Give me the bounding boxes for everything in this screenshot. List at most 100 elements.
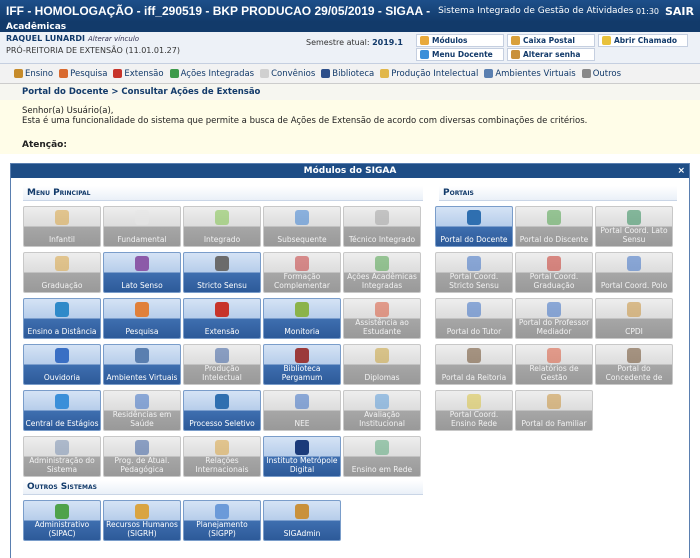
module-tile-portal-da-reitoria: Portal da Reitoria [435, 344, 513, 385]
module-tile-ouvidoria[interactable]: Ouvidoria [23, 344, 101, 385]
menu-item-acoes-integradas[interactable]: Ações Integradas [169, 69, 254, 79]
app-title: IFF - HOMOLOGAÇÃO - iff_290519 - BKP PRO… [6, 4, 431, 18]
module-tile-planejamento-sigpp[interactable]: Planejamento (SIGPP) [183, 500, 261, 541]
user-link-caixa-postal[interactable]: Caixa Postal [507, 34, 595, 47]
module-tile-ensino-a-distancia[interactable]: Ensino a Distância [23, 298, 101, 339]
menu-item-ambientes-virtuais[interactable]: Ambientes Virtuais [484, 69, 576, 79]
fundamental-icon [135, 210, 149, 225]
module-tile-label: Planejamento (SIGPP) [196, 520, 248, 538]
module-tile-label: Assistência ao Estudante [355, 318, 409, 336]
menu-item-extensao[interactable]: Extensão [113, 69, 164, 79]
module-tile-instituto-metropole-digital[interactable]: Instituto Metrópole Digital [263, 436, 341, 477]
system-name: Sistema Integrado de Gestão de Atividade… [438, 6, 636, 16]
page-content: Senhor(a) Usuário(a), Esta é uma funcion… [0, 100, 700, 136]
biblioteca-icon [321, 69, 331, 78]
module-tile-administrativo-sipac[interactable]: Administrativo (SIPAC) [23, 500, 101, 541]
portal-coord-polo-icon [627, 256, 641, 271]
module-tile-label: Portal Coord. Stricto Sensu [449, 272, 499, 290]
module-tile-label: Subsequente [277, 234, 327, 244]
other-systems-title: Outros Sistemas [23, 480, 423, 495]
module-tile-pesquisa[interactable]: Pesquisa [103, 298, 181, 339]
module-tile-stricto-sensu[interactable]: Stricto Sensu [183, 252, 261, 293]
module-tile-central-de-estagios[interactable]: Central de Estágios [23, 390, 101, 431]
diplomas-icon [375, 348, 389, 363]
administrativo-sipac-icon [55, 504, 69, 519]
breadcrumb: Portal do Docente > Consultar Ações de E… [0, 84, 700, 100]
extensao-icon [113, 69, 123, 78]
user-link-modulos[interactable]: Módulos [416, 34, 504, 47]
module-tile-label: Graduação [41, 280, 83, 290]
user-links: Módulos Caixa Postal Abrir Chamado Menu Doc… [416, 34, 688, 61]
module-tile-cpdi: CPDI [595, 298, 673, 339]
module-tile-label: Portal Coord. Lato Sensu [600, 226, 668, 244]
menu-item-outros[interactable]: Outros [581, 69, 621, 79]
recursos-humanos-sigrh-icon [135, 504, 149, 519]
user-link-alterar-senha[interactable]: Alterar senha [507, 48, 595, 61]
module-tile-integrado: Integrado [183, 206, 261, 247]
modulos-icon [420, 36, 429, 45]
menu-docente-icon [420, 50, 429, 59]
module-tile-assistencia-ao-estudante: Assistência ao Estudante [343, 298, 421, 339]
module-tile-formacao-complementar: Formação Complementar [263, 252, 341, 293]
user-link-abrir-chamado[interactable]: Abrir Chamado [598, 34, 688, 47]
module-tile-lato-senso[interactable]: Lato Senso [103, 252, 181, 293]
module-tile-monitoria[interactable]: Monitoria [263, 298, 341, 339]
change-bond-link[interactable]: Alterar vínculo [88, 35, 139, 43]
convenios-icon [260, 69, 270, 78]
module-tile-label: Portal do Discente [519, 234, 589, 244]
module-tile-label: Ações Acadêmicas Integradas [347, 272, 417, 290]
menu-item-pesquisa[interactable]: Pesquisa [59, 69, 107, 79]
assistencia-ao-estudante-icon [375, 302, 389, 317]
producao-intelectual-icon [380, 69, 390, 78]
module-tile-label: Portal do Docente [440, 234, 508, 244]
menu-item-label: Pesquisa [70, 68, 108, 79]
module-tile-relatorios-de-gestao: Relatórios de Gestão [515, 344, 593, 385]
user-link-label: Menu Docente [432, 50, 493, 59]
module-tile-sigadmin[interactable]: SIGAdmin [263, 500, 341, 541]
module-tile-processo-seletivo[interactable]: Processo Seletivo [183, 390, 261, 431]
module-tile-label: Portal do Familiar [521, 418, 587, 428]
acoes-academicas-integradas-icon [375, 256, 389, 271]
cpdi-icon [627, 302, 641, 317]
portal-do-concedente-de-icon [627, 348, 641, 363]
module-tile-portal-coord-polo: Portal Coord. Polo [595, 252, 673, 293]
module-tile-relacoes-internacionais: Relações Internacionais [183, 436, 261, 477]
infantil-icon [55, 210, 69, 225]
prog-de-atual-pedagogica-icon [135, 440, 149, 455]
menu-item-producao-intelectual[interactable]: Produção Intelectual [380, 69, 478, 79]
portal-do-discente-icon [547, 210, 561, 225]
planejamento-sigpp-icon [215, 504, 229, 519]
portals-title: Portais [439, 186, 677, 201]
module-tile-biblioteca-pergamum[interactable]: Biblioteca Pergamum [263, 344, 341, 385]
stricto-sensu-icon [215, 256, 229, 271]
integrado-icon [215, 210, 229, 225]
menu-item-label: Biblioteca [332, 68, 375, 79]
user-name: RAQUEL LUNARDI [6, 34, 85, 43]
abrir-chamado-icon [602, 36, 611, 45]
portal-do-familiar-icon [547, 394, 561, 409]
ensino-icon [14, 69, 23, 78]
menu-item-convenios[interactable]: Convênios [260, 69, 315, 79]
module-tile-recursos-humanos-sigrh[interactable]: Recursos Humanos (SIGRH) [103, 500, 181, 541]
caixa-postal-icon [511, 36, 520, 45]
menu-item-biblioteca[interactable]: Biblioteca [321, 69, 374, 79]
user-link-menu-docente[interactable]: Menu Docente [416, 48, 504, 61]
logout-link[interactable]: SAIR [665, 5, 694, 18]
semester-value: 2019.1 [372, 38, 403, 47]
module-tile-label: Recursos Humanos (SIGRH) [106, 520, 178, 538]
module-tile-portal-do-docente[interactable]: Portal do Docente [435, 206, 513, 247]
pesquisa-icon [135, 302, 149, 317]
close-icon[interactable]: × [677, 164, 685, 178]
portal-coord-ensino-rede-icon [467, 394, 481, 409]
modules-dialog: Módulos do SIGAA × Menu Principal Portai… [10, 163, 690, 558]
ensino-em-rede-icon [375, 440, 389, 455]
menu-item-ensino[interactable]: Ensino [14, 69, 53, 79]
producao-intelectual-icon [215, 348, 229, 363]
module-tile-label: Residências em Saúde [112, 410, 172, 428]
module-tile-nee: NEE [263, 390, 341, 431]
module-tile-ambientes-virtuais[interactable]: Ambientes Virtuais [103, 344, 181, 385]
main-menu-title: Menu Principal [23, 186, 423, 201]
module-tile-label: Portal Coord. Ensino Rede [449, 410, 499, 428]
module-tile-extensao[interactable]: Extensão [183, 298, 261, 339]
portal-da-reitoria-icon [467, 348, 481, 363]
